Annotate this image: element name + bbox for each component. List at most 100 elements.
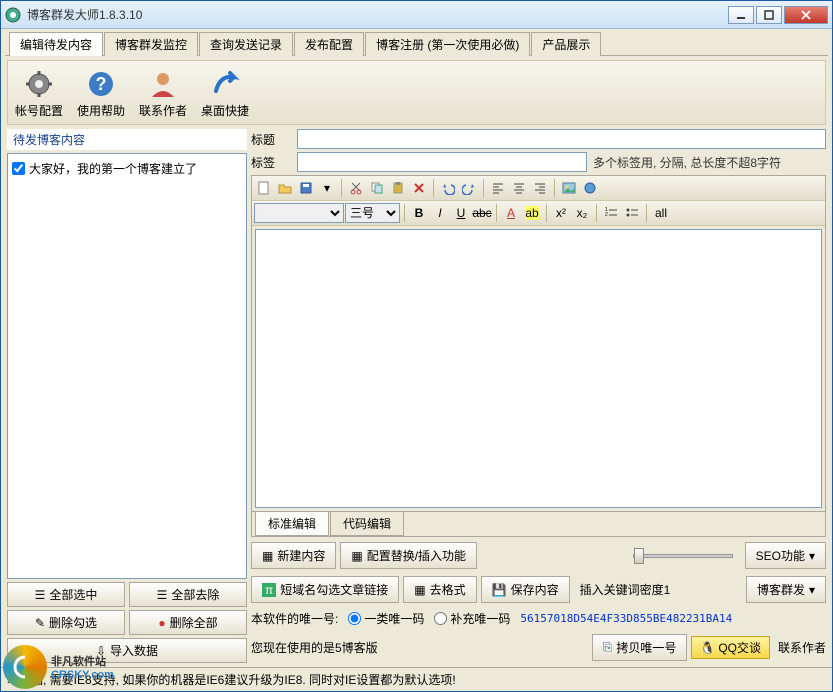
- keyword-density-label: 插入关键词密度1: [580, 581, 671, 598]
- minimize-button[interactable]: [728, 6, 754, 24]
- slider-thumb[interactable]: [634, 548, 644, 564]
- status-text: 本产品, 需要IE8支持, 如果你的机器是IE6建议升级为IE8. 同时对IE设…: [7, 671, 456, 688]
- density-slider[interactable]: [633, 554, 733, 558]
- editor-textarea[interactable]: [255, 229, 822, 508]
- more-icon[interactable]: all: [651, 203, 671, 223]
- qq-icon: 🐧: [700, 641, 715, 655]
- delete-all-button[interactable]: ●删除全部: [129, 610, 247, 635]
- app-icon: [5, 7, 21, 23]
- window-title: 博客群发大师1.8.3.10: [27, 6, 728, 23]
- eraser-icon: ✎: [35, 616, 45, 630]
- tab-blog-register[interactable]: 博客注册 (第一次使用必做): [365, 32, 530, 56]
- arrow-icon: [209, 68, 241, 100]
- toolbar-help[interactable]: ? 使用帮助: [73, 64, 129, 121]
- undo-icon[interactable]: [438, 178, 458, 198]
- font-family-select[interactable]: [254, 203, 344, 223]
- tab-publish-config[interactable]: 发布配置: [294, 32, 364, 56]
- import-icon: ⇩: [96, 644, 106, 658]
- editor-toolbar-1: ▾: [252, 176, 825, 201]
- remove-all-button[interactable]: ☰全部去除: [129, 582, 247, 607]
- copy-serial-button[interactable]: ⎘拷贝唯一号: [592, 634, 688, 661]
- underline-icon[interactable]: U: [451, 203, 471, 223]
- toolbar-label: 桌面快捷: [201, 102, 249, 119]
- config-replace-button[interactable]: ▦配置替换/插入功能: [340, 542, 477, 569]
- copy-icon[interactable]: [367, 178, 387, 198]
- save-icon: 💾: [492, 583, 507, 597]
- close-button[interactable]: [784, 6, 828, 24]
- serial-label: 本软件的唯一号:: [251, 610, 338, 627]
- tab-query-log[interactable]: 查询发送记录: [199, 32, 293, 56]
- highlight-icon[interactable]: ab: [522, 203, 542, 223]
- image-icon[interactable]: [559, 178, 579, 198]
- serial-number: 56157018D54E4F33D855BE482231BA14: [520, 612, 732, 625]
- dropdown-icon[interactable]: ▾: [317, 178, 337, 198]
- select-all-button[interactable]: ☰全部选中: [7, 582, 125, 607]
- qq-chat-button[interactable]: 🐧QQ交谈: [691, 636, 770, 659]
- seo-button[interactable]: SEO功能 ▾: [745, 542, 826, 569]
- maximize-button[interactable]: [756, 6, 782, 24]
- tab-monitor[interactable]: 博客群发监控: [104, 32, 198, 56]
- strip-format-button[interactable]: ▦去格式: [403, 576, 476, 603]
- svg-text:2: 2: [605, 212, 608, 218]
- cut-icon[interactable]: [346, 178, 366, 198]
- pending-list[interactable]: 大家好，我的第一个博客建立了: [7, 153, 247, 579]
- font-size-select[interactable]: 三号: [345, 203, 400, 223]
- tags-hint: 多个标签用, 分隔, 总长度不超8字符: [593, 154, 781, 171]
- align-center-icon[interactable]: [509, 178, 529, 198]
- editor-tab-standard[interactable]: 标准编辑: [255, 512, 329, 536]
- open-icon[interactable]: [275, 178, 295, 198]
- help-icon: ?: [85, 68, 117, 100]
- title-input[interactable]: [297, 129, 826, 149]
- svg-text:?: ?: [96, 74, 107, 94]
- tab-edit-content[interactable]: 编辑待发内容: [9, 32, 103, 56]
- superscript-icon[interactable]: x²: [551, 203, 571, 223]
- version-text: 您现在使用的是5博客版: [251, 639, 378, 656]
- save-content-button[interactable]: 💾保存内容: [481, 576, 570, 603]
- doc-icon: ▦: [414, 583, 425, 597]
- italic-icon[interactable]: I: [430, 203, 450, 223]
- toolbar-label: 帐号配置: [15, 102, 63, 119]
- doc-icon: ▦: [351, 549, 362, 563]
- save-icon[interactable]: [296, 178, 316, 198]
- short-domain-button[interactable]: π短域名勾选文章链接: [251, 576, 399, 603]
- sidebar-group-title: 待发博客内容: [7, 129, 247, 150]
- list-item[interactable]: 大家好，我的第一个博客建立了: [12, 158, 242, 179]
- editor-toolbar-2: 三号 B I U abc A ab x² x₂ 12: [252, 201, 825, 226]
- paste-icon[interactable]: [388, 178, 408, 198]
- radio-serial-type1[interactable]: 一类唯一码: [348, 610, 424, 627]
- tab-product-showcase[interactable]: 产品展示: [531, 32, 601, 56]
- bold-icon[interactable]: B: [409, 203, 429, 223]
- delete-icon[interactable]: [409, 178, 429, 198]
- blog-publish-button[interactable]: 博客群发 ▾: [746, 576, 826, 603]
- redo-icon[interactable]: [459, 178, 479, 198]
- radio-serial-type2[interactable]: 补充唯一码: [434, 610, 510, 627]
- main-tabstrip: 编辑待发内容 博客群发监控 查询发送记录 发布配置 博客注册 (第一次使用必做)…: [5, 29, 828, 56]
- list-item-text: 大家好，我的第一个博客建立了: [29, 160, 197, 177]
- strike-icon[interactable]: abc: [472, 203, 492, 223]
- list-item-checkbox[interactable]: [12, 162, 25, 175]
- toolbar-shortcut[interactable]: 桌面快捷: [197, 64, 253, 121]
- font-color-icon[interactable]: A: [501, 203, 521, 223]
- align-left-icon[interactable]: [488, 178, 508, 198]
- toolbar-label: 使用帮助: [77, 102, 125, 119]
- new-content-button[interactable]: ▦新建内容: [251, 542, 336, 569]
- title-label: 标题: [251, 131, 291, 148]
- new-doc-icon[interactable]: [254, 178, 274, 198]
- subscript-icon[interactable]: x₂: [572, 203, 592, 223]
- copy-icon: ⎘: [603, 640, 613, 655]
- list-icon: ☰: [35, 588, 46, 602]
- tags-input[interactable]: [297, 152, 587, 172]
- toolbar-account-config[interactable]: 帐号配置: [11, 64, 67, 121]
- editor-tab-code[interactable]: 代码编辑: [330, 512, 404, 536]
- person-icon: [147, 68, 179, 100]
- bullet-list-icon[interactable]: [622, 203, 642, 223]
- dot-icon: ●: [158, 616, 165, 630]
- align-right-icon[interactable]: [530, 178, 550, 198]
- list-icon: ☰: [157, 588, 168, 602]
- link-icon[interactable]: [580, 178, 600, 198]
- toolbar-contact-author[interactable]: 联系作者: [135, 64, 191, 121]
- numbered-list-icon[interactable]: 12: [601, 203, 621, 223]
- contact-author-link[interactable]: 联系作者: [778, 639, 826, 656]
- delete-checked-button[interactable]: ✎删除勾选: [7, 610, 125, 635]
- import-data-button[interactable]: ⇩导入数据: [7, 638, 247, 663]
